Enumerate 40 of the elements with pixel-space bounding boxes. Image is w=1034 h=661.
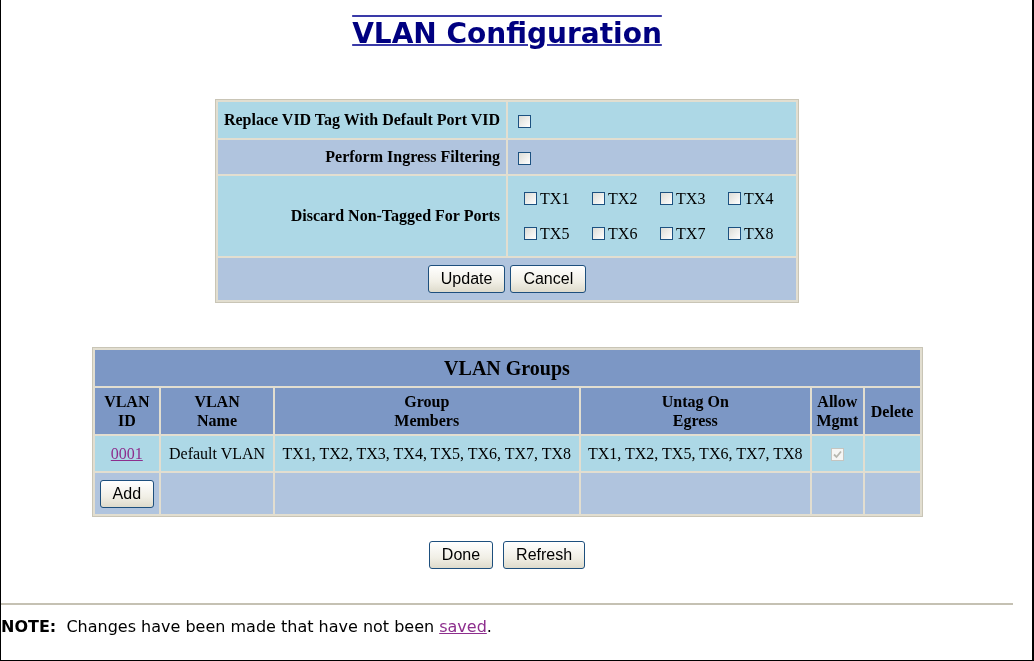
column-header: Delete — [869, 401, 915, 422]
add-button[interactable]: Add — [99, 479, 155, 508]
form-button[interactable]: Done — [428, 541, 494, 569]
form-button[interactable]: Update — [427, 265, 506, 293]
port-label: TX3 — [676, 189, 706, 208]
page-title: VLAN Configuration — [352, 17, 662, 51]
table-cell-text: TX1, TX2, TX3, TX4, TX5, TX6, TX7, TX8 — [281, 443, 573, 464]
checkbox[interactable] — [518, 114, 532, 128]
form-button[interactable]: Cancel — [510, 265, 587, 293]
port-label: TX4 — [744, 189, 774, 208]
table-cell-text: Default VLAN — [168, 443, 267, 464]
checkbox[interactable] — [728, 192, 742, 205]
vlan-id-link[interactable]: 0001 — [110, 444, 143, 462]
table-cell-text: TX1, TX2, TX5, TX6, TX7, TX8 — [587, 443, 804, 464]
port-label: TX8 — [744, 224, 774, 243]
checkbox[interactable] — [728, 227, 742, 240]
port-label: TX5 — [540, 224, 570, 243]
column-header: Untag On Egress — [660, 392, 730, 432]
setting-label: Perform Ingress Filtering — [324, 147, 502, 168]
checkbox[interactable] — [518, 151, 532, 165]
port-label: TX6 — [608, 224, 638, 243]
saved-link[interactable]: saved — [439, 617, 487, 636]
column-header: Group Members — [393, 392, 461, 431]
setting-label: Replace VID Tag With Default Port VID — [222, 110, 502, 131]
checkbox[interactable] — [660, 227, 674, 240]
port-label: TX2 — [608, 189, 638, 208]
checkbox[interactable] — [592, 192, 606, 205]
form-button[interactable]: Refresh — [503, 541, 586, 569]
table-title: VLAN Groups — [443, 355, 571, 382]
column-header: VLAN ID — [103, 392, 151, 431]
port-label: TX7 — [676, 224, 706, 243]
setting-label: Discard Non-Tagged For Ports — [289, 206, 502, 227]
column-header: VLAN Name — [193, 392, 241, 431]
checkbox[interactable] — [524, 192, 538, 205]
column-header: Allow Mgmt — [815, 392, 860, 432]
checkbox[interactable] — [592, 227, 606, 240]
port-label: TX1 — [540, 189, 570, 208]
note-text: NOTE: Changes have been made that have not been saved. — [1, 616, 493, 638]
checkbox[interactable] — [660, 192, 674, 205]
checkbox[interactable] — [524, 227, 538, 240]
